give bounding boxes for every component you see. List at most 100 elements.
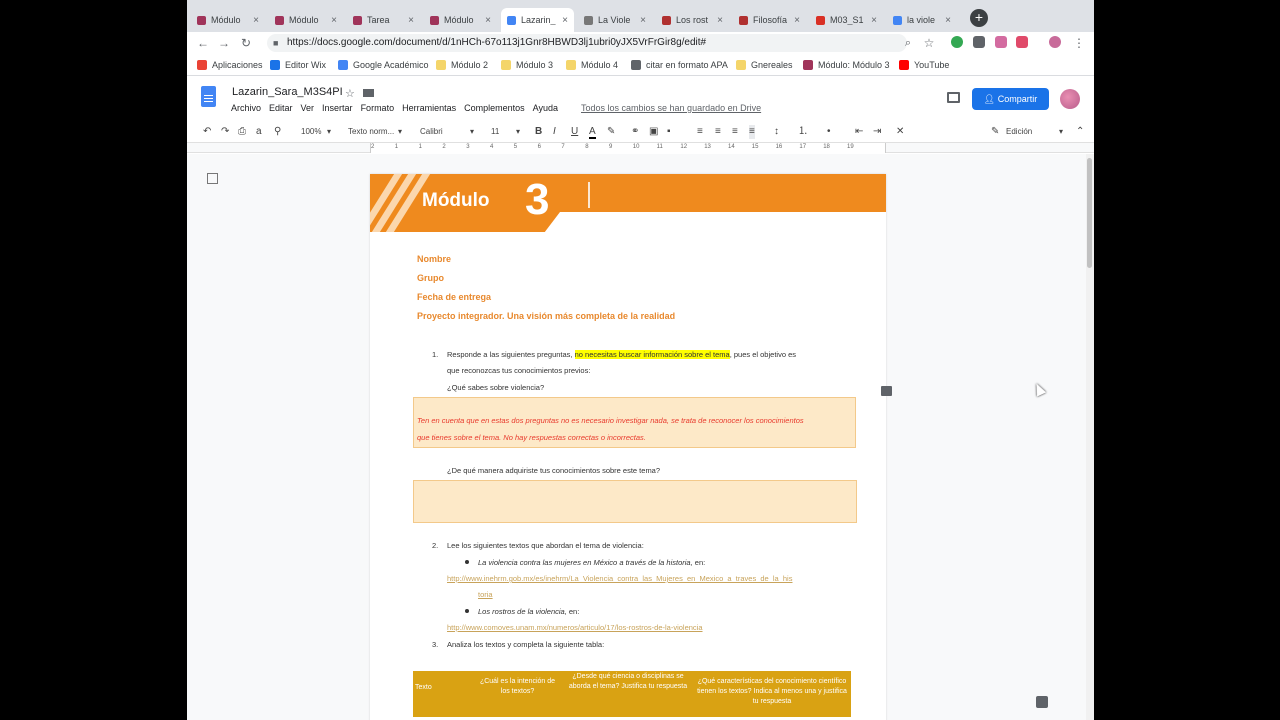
bookmark-item[interactable]: Google Académico (338, 58, 429, 72)
collapse-icon[interactable]: ⌃ (1076, 125, 1084, 139)
folder-icon[interactable] (363, 89, 374, 97)
bookmark-icon (631, 60, 641, 70)
zoom-select[interactable]: 100% (301, 125, 321, 139)
redo-icon[interactable]: ↷ (221, 125, 229, 139)
extension-icon[interactable] (1016, 36, 1028, 48)
clear-format-icon[interactable]: ✕ (896, 125, 904, 139)
underline-icon[interactable]: U (571, 125, 578, 139)
paint-format-icon[interactable]: ⚲ (274, 125, 281, 139)
ruler-scale[interactable]: 2 1 1 2 3 4 5 6 7 8 9 10 11 12 13 14 15 16 17 18 19 (370, 143, 886, 153)
answer-box[interactable] (413, 480, 857, 523)
numbered-list-icon[interactable]: ⒈ (798, 125, 808, 139)
scrollbar-thumb[interactable] (1087, 158, 1092, 268)
text-color-icon[interactable]: A (589, 125, 596, 139)
profile-icon[interactable] (1049, 36, 1061, 48)
menu-item[interactable]: Complementos (464, 103, 525, 113)
tab-close-icon[interactable]: × (942, 15, 954, 26)
bookmark-item[interactable]: Aplicaciones (197, 58, 263, 72)
tab-close-icon[interactable]: × (250, 15, 262, 26)
bookmark-item[interactable]: Módulo 3 (501, 58, 553, 72)
align-left-icon[interactable]: ≡ (697, 125, 703, 139)
menu-item[interactable]: Archivo (231, 103, 261, 113)
image-icon[interactable]: ▪ (667, 125, 671, 139)
align-center-icon[interactable]: ≡ (715, 125, 721, 139)
reload-icon[interactable]: ↻ (238, 35, 254, 51)
highlight-icon[interactable]: ✎ (607, 125, 615, 139)
document-page[interactable]: Módulo 3 Nombre Grupo Fecha de entrega P… (370, 174, 886, 720)
q2-item1-link[interactable]: http://www.inehrm.gob.mx/es/inehrm/La_Vi… (447, 574, 792, 583)
bookmark-item[interactable]: citar en formato APA (631, 58, 728, 72)
bookmark-item[interactable]: Gnereales (736, 58, 793, 72)
decrease-indent-icon[interactable]: ⇤ (855, 125, 863, 139)
bookmark-item[interactable]: Editor Wix (270, 58, 326, 72)
back-icon[interactable]: ← (195, 35, 211, 51)
bold-icon[interactable]: B (535, 125, 542, 139)
document-outline-icon[interactable] (207, 173, 218, 184)
extension-icon[interactable] (951, 36, 963, 48)
italic-icon[interactable]: I (553, 125, 556, 139)
font-select[interactable]: Calibri (420, 125, 443, 139)
bookmark-item[interactable]: YouTube (899, 58, 949, 72)
tab-close-icon[interactable]: × (791, 15, 803, 26)
star-icon[interactable]: ☆ (345, 87, 355, 100)
tab-close-icon[interactable]: × (328, 15, 340, 26)
browser-tab[interactable]: La Viole × (578, 8, 652, 32)
undo-icon[interactable]: ↶ (203, 125, 211, 139)
increase-indent-icon[interactable]: ⇥ (873, 125, 881, 139)
spellcheck-icon[interactable]: a (256, 125, 262, 139)
line-spacing-icon[interactable]: ↕ (774, 125, 779, 139)
tab-close-icon[interactable]: × (714, 15, 726, 26)
browser-tab[interactable]: Los rost × (656, 8, 729, 32)
justify-icon[interactable]: ≡ (749, 125, 755, 139)
tab-close-icon[interactable]: × (559, 15, 571, 26)
kebab-menu-icon[interactable]: ⋮ (1071, 35, 1087, 51)
docs-logo-icon[interactable] (201, 86, 216, 107)
new-tab-button[interactable]: + (970, 9, 988, 27)
menu-item[interactable]: Editar (269, 103, 293, 113)
browser-tab[interactable]: la viole × (887, 8, 957, 32)
forward-icon[interactable]: → (216, 35, 232, 51)
style-select[interactable]: Texto norm... (348, 125, 394, 139)
scrollbar[interactable] (1086, 154, 1094, 720)
bookmark-item[interactable]: Módulo 4 (566, 58, 618, 72)
browser-tab[interactable]: Módulo × (424, 8, 497, 32)
bookmark-item[interactable]: Módulo: Módulo 3 (803, 58, 890, 72)
tab-close-icon[interactable]: × (637, 15, 649, 26)
menu-item[interactable]: Ver (301, 103, 315, 113)
zoom-icon[interactable]: ⌕ (900, 35, 916, 51)
tab-close-icon[interactable]: × (405, 15, 417, 26)
q2-item2-link[interactable]: http://www.comoves.unam.mx/numeros/artic… (447, 623, 703, 632)
save-status[interactable]: Todos los cambios se han guardado en Dri… (581, 103, 761, 113)
browser-tab[interactable]: Módulo × (269, 8, 343, 32)
address-bar[interactable]: ■ https://docs.google.com/document/d/1nH… (267, 34, 907, 52)
bookmark-item[interactable]: Módulo 2 (436, 58, 488, 72)
print-icon[interactable]: ⎙ (238, 125, 246, 139)
q2-item1-link-cont[interactable]: toria (478, 590, 493, 599)
align-right-icon[interactable]: ≡ (732, 125, 738, 139)
font-size-select[interactable]: 11 (491, 125, 499, 139)
browser-tab[interactable]: M03_S1 × (810, 8, 883, 32)
tab-close-icon[interactable]: × (482, 15, 494, 26)
browser-tab[interactable]: Lazarin_ × (501, 8, 574, 32)
add-comment-icon[interactable] (881, 386, 892, 396)
tab-close-icon[interactable]: × (868, 15, 880, 26)
browser-tab[interactable]: Filosofía × (733, 8, 806, 32)
bulleted-list-icon[interactable]: • (827, 125, 831, 139)
browser-tab[interactable]: Tarea × (347, 8, 420, 32)
link-icon[interactable]: ⚭ (631, 125, 639, 139)
bookmark-star-icon[interactable]: ☆ (921, 35, 937, 51)
browser-tab[interactable]: Módulo × (191, 8, 265, 32)
share-button[interactable]: 👤︎ Compartir (972, 88, 1049, 110)
comments-icon[interactable] (947, 92, 960, 103)
extension-icon[interactable] (973, 36, 985, 48)
menu-item[interactable]: Herramientas (402, 103, 456, 113)
extension-icon[interactable] (995, 36, 1007, 48)
editing-mode-select[interactable]: Edición (1006, 125, 1032, 139)
comment-icon[interactable]: ▣ (649, 125, 658, 139)
menu-item[interactable]: Ayuda (533, 103, 558, 113)
menu-item[interactable]: Insertar (322, 103, 353, 113)
avatar[interactable] (1060, 89, 1080, 109)
document-title[interactable]: Lazarin_Sara_M3S4PI (232, 86, 343, 98)
menu-item[interactable]: Formato (361, 103, 395, 113)
explore-icon[interactable] (1036, 696, 1048, 708)
